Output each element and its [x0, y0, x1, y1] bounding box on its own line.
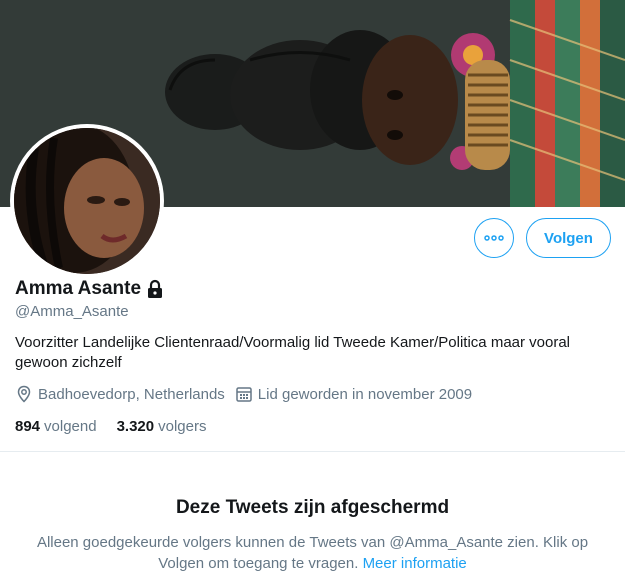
avatar[interactable]	[10, 124, 164, 278]
profile-bio: Voorzitter Landelijke Clientenraad/Voorm…	[15, 334, 571, 371]
divider	[0, 451, 625, 452]
more-icon	[484, 235, 504, 241]
location-text: Badhoevedorp, Netherlands	[38, 385, 225, 403]
more-options-button[interactable]	[474, 218, 514, 258]
profile-meta: Badhoevedorp, Netherlands Lid geworden i…	[15, 385, 482, 403]
followers-count: 3.320	[116, 418, 155, 435]
join-date-text: Lid geworden in november 2009	[257, 385, 473, 403]
protected-tweets-title: Deze Tweets zijn afgeschermd	[175, 497, 450, 518]
following-label: volgend	[44, 418, 97, 435]
followers-link[interactable]: 3.320 volgers	[117, 418, 207, 435]
following-link[interactable]: 894 volgend	[15, 418, 97, 435]
calendar-icon	[236, 387, 252, 402]
profile-handle: @Amma_Asante	[15, 303, 129, 320]
location: Badhoevedorp, Netherlands	[15, 385, 225, 403]
protected-tweets-message: Alleen goedgekeurde volgers kunnen de Tw…	[36, 534, 589, 572]
profile-name-row: Amma Asante	[15, 278, 165, 300]
join-date: Lid geworden in november 2009	[235, 385, 472, 403]
protected-tweets-text: Alleen goedgekeurde volgers kunnen de Tw…	[20, 532, 605, 574]
following-count: 894	[15, 418, 41, 435]
profile-stats: 894 volgend 3.320 volgers	[15, 418, 226, 435]
display-name: Amma Asante	[15, 278, 142, 299]
followers-label: volgers	[158, 418, 207, 435]
learn-more-link[interactable]: Meer informatie	[363, 555, 467, 572]
follow-button[interactable]: Volgen	[526, 218, 611, 258]
avatar-image	[14, 128, 160, 274]
lock-icon	[145, 279, 165, 299]
location-icon	[17, 385, 31, 403]
